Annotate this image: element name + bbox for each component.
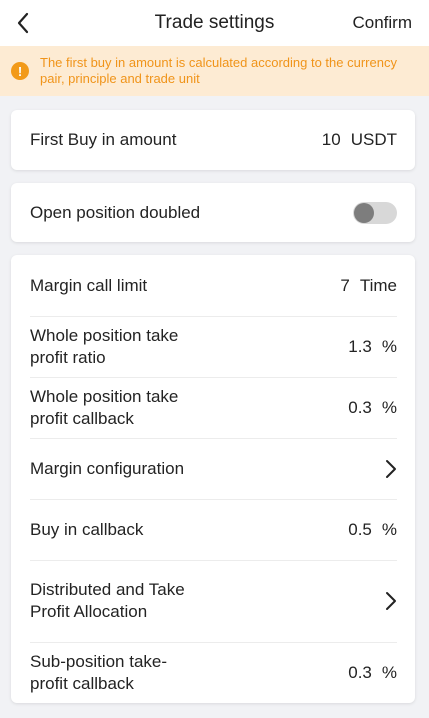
whole-tp-callback-value[interactable]: 0.3 [348,398,372,418]
first-buy-unit: USDT [350,130,397,149]
header-bar: Trade settings Confirm [0,0,429,46]
margin-call-limit-value[interactable]: 7 [340,276,349,296]
whole-tp-ratio-value[interactable]: 1.3 [348,337,372,357]
whole-tp-ratio-unit: % [381,336,398,356]
open-position-card: Open position doubled [11,183,415,242]
whole-tp-callback-label: Whole position take profit callback [30,386,179,428]
open-position-label: Open position doubled [30,202,201,222]
buy-in-callback-value[interactable]: 0.5 [348,520,372,540]
margin-configuration-label: Margin configuration [30,458,185,478]
toggle-knob [354,202,374,223]
notice-text: The first buy in amount is calculated ac… [40,55,397,86]
page-title: Trade settings [154,12,275,33]
chevron-right-icon [383,458,397,480]
chevron-left-icon [17,12,29,34]
whole-tp-ratio-row[interactable]: Whole position take profit ratio 1.3 % [11,316,415,377]
whole-tp-ratio-label: Whole position take profit ratio [30,325,179,367]
margin-call-limit-row[interactable]: Margin call limit 7 Time [11,255,415,316]
first-buy-card: First Buy in amount 10 USDT [11,110,415,170]
buy-in-callback-unit: % [381,519,397,539]
margin-call-limit-label: Margin call limit [30,275,148,295]
first-buy-label: First Buy in amount [30,130,177,149]
buy-in-callback-row[interactable]: Buy in callback 0.5 % [11,499,415,560]
back-button[interactable] [6,6,40,40]
whole-tp-callback-unit: % [381,397,398,417]
first-buy-value[interactable]: 10 [322,130,341,150]
sub-position-tp-callback-value[interactable]: 0.3 [348,663,372,683]
sub-position-tp-callback-row[interactable]: Sub-position take-profit callback 0.3 % [11,642,415,703]
margin-call-limit-unit: Time [359,275,397,295]
buy-in-callback-label: Buy in callback [30,519,144,539]
chevron-right-icon [383,590,397,612]
whole-tp-callback-row[interactable]: Whole position take profit callback 0.3 … [11,377,415,438]
open-position-row: Open position doubled [11,183,415,242]
info-notice: ! The first buy in amount is calculated … [0,46,429,96]
distributed-tp-allocation-label: Distributed and Take Profit Allocation [30,580,185,621]
settings-card: Margin call limit 7 Time Whole position … [11,255,415,703]
distributed-tp-allocation-row[interactable]: Distributed and Take Profit Allocation [11,560,415,642]
first-buy-row[interactable]: First Buy in amount 10 USDT [11,110,415,170]
sub-position-tp-callback-label: Sub-position take-profit callback [30,651,168,693]
confirm-button[interactable]: Confirm [352,13,412,33]
sub-position-tp-callback-unit: % [381,662,398,682]
warning-icon: ! [11,62,29,80]
open-position-toggle[interactable] [353,201,397,224]
margin-configuration-row[interactable]: Margin configuration [11,438,415,499]
